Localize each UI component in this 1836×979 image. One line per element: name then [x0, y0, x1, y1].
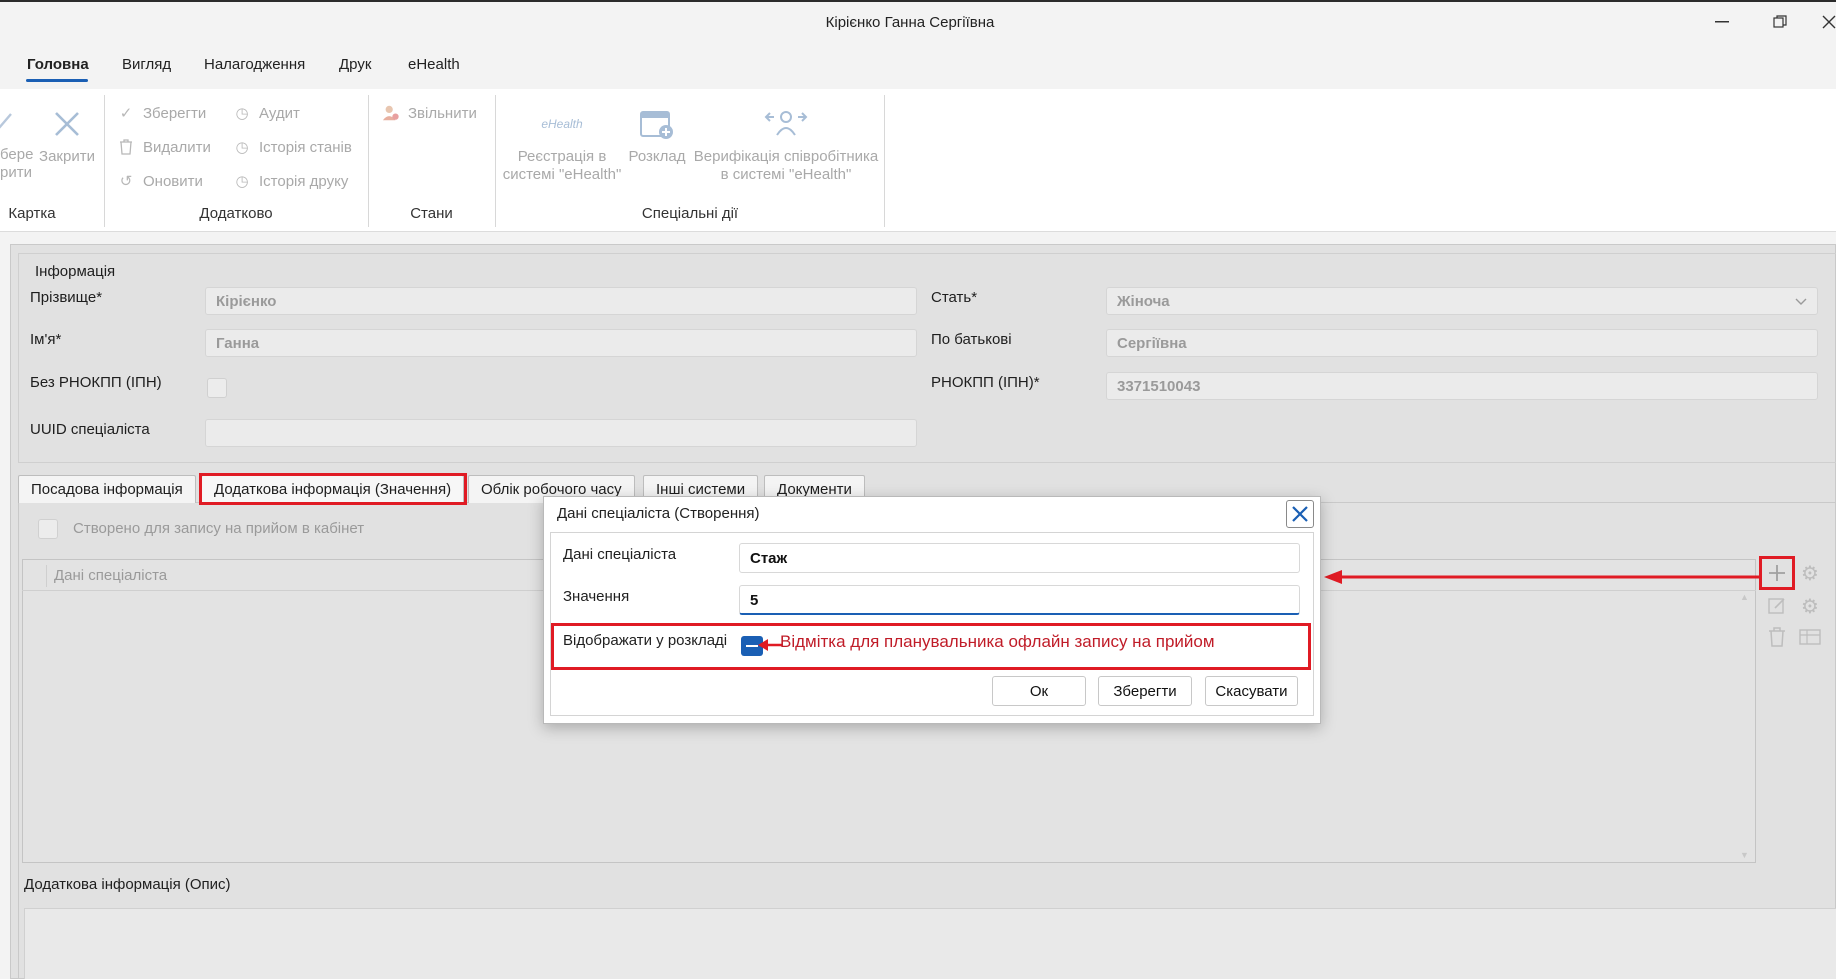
dialog-title: Дані спеціаліста (Створення)	[557, 505, 760, 522]
menu-tab-ehealth[interactable]: eHealth	[408, 56, 460, 73]
dialog-cancel-button[interactable]: Скасувати	[1205, 676, 1298, 706]
annotation-box-add-button	[1759, 556, 1795, 590]
ribbon-save-label-1: берегти	[0, 146, 34, 163]
ribbon-save-close-button[interactable]: берегти рити	[0, 104, 34, 182]
trash-icon	[1769, 627, 1785, 647]
check-small-icon: ✓	[119, 105, 133, 122]
ribbon-separator	[884, 95, 885, 227]
gear-icon: ⚙	[1801, 562, 1819, 585]
dismiss-person-icon	[382, 104, 400, 122]
ribbon-save-item[interactable]: ✓ Зберегти	[117, 104, 207, 123]
uuid-label: UUID спеціаліста	[30, 421, 150, 438]
menu-tab-print[interactable]: Друк	[339, 56, 371, 73]
ribbon-audit-item[interactable]: ◷ Аудит	[233, 104, 299, 123]
edit-icon	[1768, 598, 1785, 614]
patronymic-label: По батькові	[931, 331, 1012, 348]
dialog-value-input[interactable]: 5	[739, 585, 1300, 615]
table-export-icon	[1799, 629, 1821, 645]
gender-select[interactable]: Жіноча	[1106, 287, 1818, 315]
no-rnokpp-checkbox[interactable]	[207, 378, 227, 398]
ehealth-logo-icon: eHealth	[541, 117, 583, 131]
dialog-close-button[interactable]	[1286, 500, 1314, 528]
ribbon-close-label: Закрити	[39, 148, 95, 165]
ribbon-verify-employee-button[interactable]: Верифікація співробітника в системі "eHe…	[692, 104, 880, 184]
clock-icon: ◷	[235, 173, 249, 190]
surname-label: Прізвище*	[30, 289, 103, 306]
menu-tab-view[interactable]: Вигляд	[122, 56, 171, 73]
ribbon-print-history-item[interactable]: ◷ Історія друку	[233, 172, 348, 191]
ribbon-close-button[interactable]: Закрити	[38, 104, 96, 166]
annotation-box-checkbox	[551, 623, 1311, 670]
created-for-booking-label: Створено для запису на прийом в кабінет	[73, 520, 365, 537]
ribbon-state-history-item[interactable]: ◷ Історія станів	[233, 138, 351, 157]
clock-icon: ◷	[235, 139, 249, 156]
dialog-save-button[interactable]: Зберегти	[1098, 676, 1192, 706]
restore-button[interactable]	[1768, 12, 1792, 32]
close-icon	[1292, 506, 1308, 522]
check-icon	[0, 113, 12, 129]
settings-button[interactable]: ⚙	[1798, 561, 1822, 585]
surname-input[interactable]: Кірієнко	[205, 287, 917, 315]
minimize-icon	[1715, 21, 1729, 23]
ribbon-delete-item[interactable]: Видалити	[117, 138, 211, 156]
grid-scrollbar[interactable]: ▲ ▼	[1740, 592, 1750, 860]
annotation-box-tab	[199, 473, 467, 505]
active-tab-underline	[26, 79, 88, 82]
group-label-special: Спеціальні дії	[641, 205, 739, 222]
window-title: Кірієнко Ганна Сергіївна	[825, 14, 995, 31]
export-button[interactable]	[1798, 625, 1822, 649]
close-icon	[1822, 15, 1836, 29]
minimize-button[interactable]	[1710, 12, 1734, 32]
tab-position-info[interactable]: Посадова інформація	[18, 475, 196, 503]
dialog-data-input[interactable]: Стаж	[739, 543, 1300, 573]
ribbon-save-label-2: рити	[0, 164, 32, 181]
clock-icon: ◷	[235, 105, 249, 122]
desc-label: Додаткова інформація (Опис)	[24, 876, 231, 893]
group-label-states: Стани	[410, 205, 453, 222]
dialog-value-label: Значення	[563, 588, 630, 605]
group-label-extra: Додатково	[199, 205, 273, 222]
delete-record-button[interactable]	[1765, 625, 1789, 649]
no-rnokpp-label: Без РНОКПП (ІПН)	[30, 374, 162, 391]
ribbon-register-ehealth-button[interactable]: eHealth Реєстрація в системі "eHealth"	[500, 104, 624, 184]
uuid-input[interactable]	[205, 419, 917, 447]
menu-tab-home[interactable]: Головна	[27, 56, 89, 73]
desc-textarea[interactable]	[24, 908, 1836, 979]
ribbon-refresh-item[interactable]: ↺ Оновити	[117, 172, 203, 191]
close-window-button[interactable]	[1822, 12, 1836, 32]
name-input[interactable]: Ганна	[205, 329, 917, 357]
dialog-ok-button[interactable]: Ок	[992, 676, 1086, 706]
rnokpp-label: РНОКПП (ІПН)*	[931, 374, 1040, 391]
trash-icon	[117, 138, 135, 156]
info-section-title: Інформація	[33, 263, 118, 280]
ribbon-dismiss-item[interactable]: Звільнити	[382, 104, 477, 122]
refresh-icon: ↺	[119, 173, 133, 190]
patronymic-input[interactable]: Сергіївна	[1106, 329, 1818, 357]
grid-column-specialist-data[interactable]: Дані спеціаліста	[54, 567, 167, 584]
ribbon-schedule-button[interactable]: Розклад	[626, 104, 688, 166]
edit-record-button[interactable]	[1765, 594, 1789, 618]
annotation-arrow-add	[1324, 570, 1759, 584]
gender-label: Стать*	[931, 289, 978, 306]
settings-button-2[interactable]: ⚙	[1798, 594, 1822, 618]
gear-icon: ⚙	[1801, 595, 1819, 618]
close-x-icon	[55, 112, 79, 136]
dialog-data-label: Дані спеціаліста	[563, 546, 677, 563]
calendar-add-icon	[640, 111, 673, 139]
group-label-card: Картка	[8, 205, 56, 222]
chevron-down-icon	[1795, 298, 1807, 305]
restore-icon	[1773, 15, 1787, 28]
person-arrows-icon	[764, 111, 808, 136]
created-for-booking-checkbox[interactable]	[38, 519, 58, 539]
menu-tab-settings[interactable]: Налагодження	[204, 56, 305, 73]
name-label: Ім'я*	[30, 331, 62, 348]
rnokpp-input[interactable]: 3371510043	[1106, 372, 1818, 400]
